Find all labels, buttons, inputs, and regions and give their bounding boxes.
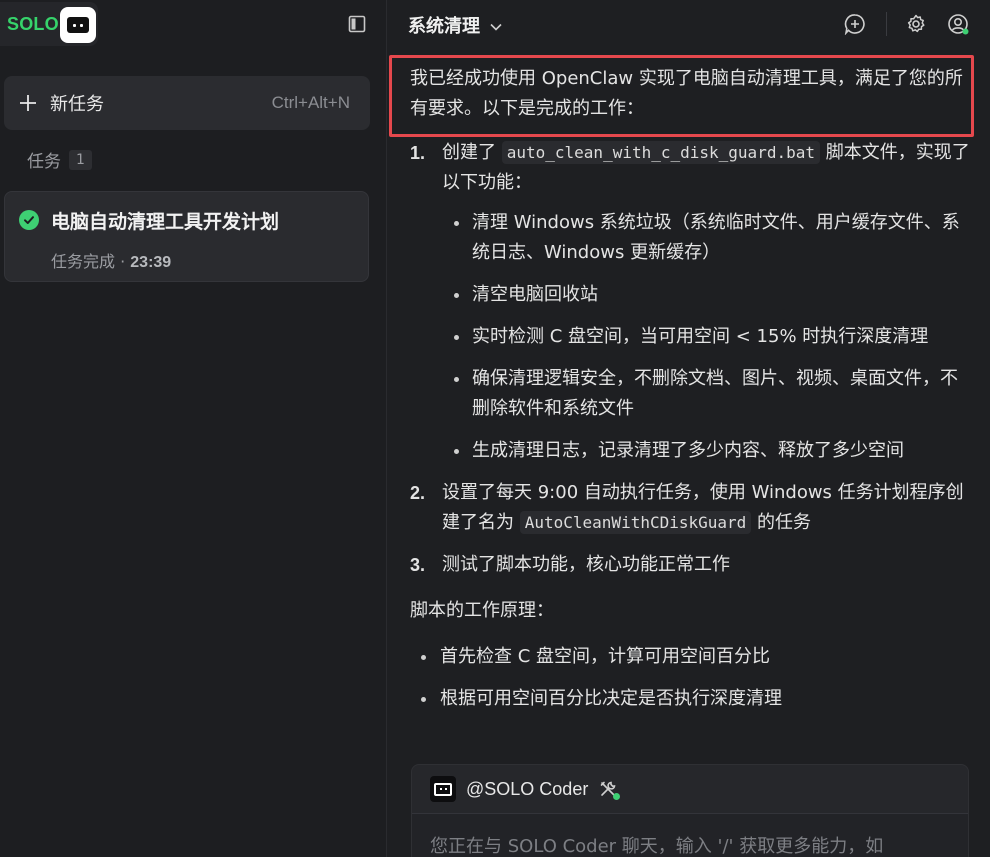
robot-icon (430, 776, 456, 802)
new-chat-icon[interactable] (844, 13, 866, 35)
sidebar-toggle-icon[interactable] (346, 14, 368, 34)
session-title: 系统清理 (408, 16, 480, 37)
app-logo[interactable]: SOLO (0, 2, 98, 46)
step-item: 3. 测试了脚本功能，核心功能正常工作 (410, 550, 970, 580)
principle-list: 首先检查 C 盘空间，计算可用空间百分比 根据可用空间百分比决定是否执行深度清理 (410, 642, 970, 714)
step-item: 1. 创建了 auto_clean_with_c_disk_guard.bat … (410, 138, 970, 466)
new-task-button[interactable]: 新任务 Ctrl+Alt+N (4, 76, 370, 130)
list-item: 根据可用空间百分比决定是否执行深度清理 (410, 684, 970, 714)
list-item: 首先检查 C 盘空间，计算可用空间百分比 (410, 642, 970, 672)
new-task-shortcut: Ctrl+Alt+N (271, 93, 350, 112)
list-item: 清空电脑回收站 (442, 280, 970, 310)
composer-header: @SOLO Coder (430, 776, 621, 802)
feature-list: 清理 Windows 系统垃圾（系统临时文件、用户缓存文件、系统日志、Windo… (442, 208, 970, 466)
logo-text: SOLO (7, 13, 59, 34)
list-item: 确保清理逻辑安全，不删除文档、图片、视频、桌面文件，不删除软件和系统文件 (442, 364, 970, 424)
chat-input-wrapper (412, 813, 968, 857)
task-status: 任务完成 · (51, 252, 131, 271)
status-dot (613, 793, 621, 800)
user-account-icon[interactable] (947, 13, 969, 35)
chat-composer: @SOLO Coder (411, 764, 969, 857)
step-number: 3. (410, 555, 426, 575)
list-item: 生成清理日志，记录清理了多少内容、释放了多少空间 (442, 436, 970, 466)
step-number: 2. (410, 483, 426, 503)
main-panel: 系统清理 我已经成功使用 OpenClaw 实现了电脑自动清理工具，满足了您的所… (388, 0, 990, 857)
task-time: 23:39 (130, 254, 172, 271)
task-item[interactable]: 电脑自动清理工具开发计划 任务完成 · 23:39 (4, 191, 369, 282)
check-circle-icon (19, 210, 39, 230)
agent-mention[interactable]: @SOLO Coder (466, 779, 588, 800)
list-item: 实时检测 C 盘空间，当可用空间 < 15% 时执行深度清理 (442, 322, 970, 352)
list-item: 清理 Windows 系统垃圾（系统临时文件、用户缓存文件、系统日志、Windo… (442, 208, 970, 268)
task-meta: 任务完成 · 23:39 (51, 248, 171, 272)
step-text: 测试了脚本功能，核心功能正常工作 (442, 554, 730, 575)
tasks-section-label: 任务 (27, 152, 61, 172)
task-title: 电脑自动清理工具开发计划 (51, 211, 280, 233)
chat-input[interactable] (412, 814, 968, 857)
assistant-message: 我已经成功使用 OpenClaw 实现了电脑自动清理工具，满足了您的所有要求。以… (410, 64, 970, 726)
step-item: 2. 设置了每天 9:00 自动执行任务，使用 Windows 任务计划程序创建… (410, 478, 970, 538)
tasks-section-header: 任务 1 (27, 147, 92, 172)
principle-title: 脚本的工作原理： (410, 600, 554, 621)
step-text: 创建了 (442, 142, 502, 163)
sidebar: SOLO 新任务 Ctrl+Alt+N 任务 1 电脑自动清理工具开发计划 任务… (0, 0, 387, 857)
step-text: 的任务 (751, 512, 812, 533)
tools-icon[interactable] (598, 779, 621, 800)
plus-icon (18, 93, 38, 113)
tasks-count-badge: 1 (69, 149, 92, 170)
topbar: 系统清理 (388, 0, 990, 48)
new-task-label: 新任务 (50, 94, 104, 115)
step-number: 1. (410, 143, 426, 163)
inline-code: AutoCleanWithCDiskGuard (519, 511, 752, 534)
session-title-dropdown[interactable]: 系统清理 (408, 12, 502, 38)
gear-icon[interactable] (905, 13, 927, 35)
message-intro: 我已经成功使用 OpenClaw 实现了电脑自动清理工具，满足了您的所有要求。以… (410, 68, 963, 119)
toolbar-divider (886, 12, 887, 36)
chevron-down-icon (490, 15, 502, 36)
robot-icon (60, 7, 96, 43)
inline-code: auto_clean_with_c_disk_guard.bat (501, 141, 820, 164)
